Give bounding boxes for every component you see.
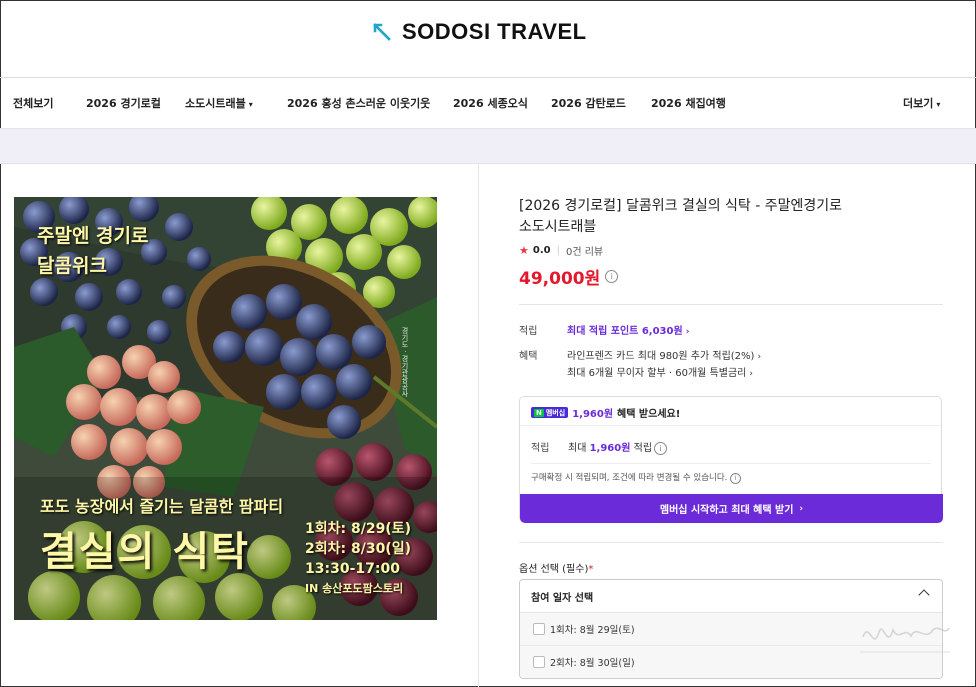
nav-more-label: 더보기	[903, 97, 934, 110]
hero-headline-top: 주말엔 경기로 달콤위크	[37, 221, 149, 281]
info-icon[interactable]: i	[654, 442, 668, 455]
separator: |	[556, 245, 560, 256]
membership-notice: 구매확정 시 적립되며, 조건에 따라 변경될 수 있습니다. i	[531, 471, 742, 484]
cta-label: 멤버십 시작하고 최대 혜택 받기	[659, 505, 794, 516]
price-value: 49,000원	[519, 269, 601, 289]
membership-box: N 멤버십 1,960원 혜택 받으세요! 적립 최대 1,960원 적립 i 구매…	[519, 396, 943, 523]
nav-item-sejong[interactable]: 2026 세종오식	[453, 95, 528, 111]
product-info: [2026 경기로컬] 달콤위크 결실의 식탁 - 주말엔경기로 소도시트래블 …	[519, 196, 943, 379]
logo-arrow-icon	[373, 23, 391, 41]
chevron-right-icon: ›	[799, 503, 804, 514]
card-benefit-link-2[interactable]: 최대 6개월 무이자 할부 · 60개월 특별금리 ›	[567, 364, 753, 379]
membership-earn-label: 적립	[531, 443, 550, 454]
earn-amount: 1,960원	[589, 443, 631, 454]
points-link[interactable]: 최대 적립 포인트 6,030원 ›	[567, 322, 689, 337]
nav-item-gamtan-road[interactable]: 2026 감탄로드	[551, 95, 626, 111]
card-benefit-link-1[interactable]: 라인프렌즈 카드 최대 980원 추가 적립(2%) ›	[567, 347, 761, 362]
notice-divider	[531, 463, 931, 464]
nav-more[interactable]: 더보기 ▾	[903, 95, 940, 111]
chevron-right-icon: ›	[749, 369, 753, 379]
info-icon[interactable]: i	[605, 270, 619, 283]
hero-top-line2: 달콤위크	[37, 255, 107, 277]
divider	[519, 542, 943, 543]
chevron-right-icon: ›	[685, 327, 690, 337]
membership-amount: 1,960원	[572, 409, 614, 420]
divider	[519, 304, 943, 305]
header: SODOSI TRAVEL	[0, 0, 976, 78]
naver-membership-badge: N 멤버십	[531, 407, 569, 418]
hero-schedule-venue: IN 송산포도팜스토리	[305, 582, 404, 595]
product-title: [2026 경기로컬] 달콤위크 결실의 식탁 - 주말엔경기로 소도시트래블	[519, 196, 943, 238]
price: 49,000원 i	[519, 264, 619, 289]
product-image[interactable]: 주말엔 경기로 달콤위크 경기도 · 경기관광공사 포도 농장에서 즐기는 달콤…	[14, 197, 437, 620]
watermark-signature	[860, 627, 950, 653]
logo-text: SODOSI TRAVEL	[402, 19, 587, 44]
hero-schedule: 1회차: 8/29(토) 2회차: 8/30(일) 13:30-17:00 IN…	[305, 519, 411, 599]
main-nav: 전체보기 2026 경기로컬 소도시트래블 ▾ 2026 홍성 촌스러운 이웃기웃…	[0, 78, 976, 129]
nav-item-hongseong[interactable]: 2026 홍성 촌스러운 이웃기웃	[287, 95, 430, 111]
nav-item-chaejip[interactable]: 2026 채집여행	[651, 95, 726, 111]
membership-cta-button[interactable]: 멤버십 시작하고 최대 혜택 받기 ›	[520, 494, 943, 523]
promo-band	[0, 129, 976, 164]
chevron-right-icon: ›	[757, 352, 762, 362]
hero-schedule-time: 13:30-17:00	[305, 561, 400, 577]
points-value: 최대 적립 포인트 6,030원	[567, 326, 683, 337]
hero-top-line1: 주말엔 경기로	[37, 225, 149, 247]
hero-schedule-2: 2회차: 8/30(일)	[305, 541, 411, 557]
points-label: 적립	[519, 326, 538, 337]
membership-headline: N 멤버십 1,960원 혜택 받으세요!	[531, 405, 680, 420]
info-icon[interactable]: i	[730, 472, 742, 484]
earn-prefix: 최대	[568, 443, 587, 454]
nav-item-all[interactable]: 전체보기	[13, 95, 53, 111]
hero-vertical-text: 경기도 · 경기관광공사	[401, 327, 409, 397]
naver-n-icon: N	[534, 408, 544, 417]
option-label: 옵션 선택 (필수)*	[519, 560, 593, 575]
option-item-label: 1회차: 8월 29일(토)	[550, 625, 635, 636]
membership-headline-text: 혜택 받으세요!	[617, 409, 681, 420]
checkbox[interactable]	[533, 656, 545, 668]
membership-earn-row: 최대 1,960원 적립 i	[568, 439, 668, 455]
chevron-up-icon	[918, 589, 930, 601]
notice-text: 구매확정 시 적립되며, 조건에 따라 변경될 수 있습니다.	[531, 473, 728, 483]
hero-tagline: 포도 농장에서 즐기는 달콤한 팜파티	[40, 497, 284, 516]
logo[interactable]: SODOSI TRAVEL	[372, 18, 587, 46]
card-benefit-label: 혜택	[519, 351, 538, 362]
card-benefit-line2: 최대 6개월 무이자 할부 · 60개월 특별금리	[567, 368, 747, 379]
membership-divider	[520, 425, 941, 426]
nav-item-sodosi-travel[interactable]: 소도시트래블 ▾	[185, 95, 253, 111]
star-icon: ★	[519, 244, 529, 257]
option-select-title: 참여 일자 선택	[531, 593, 594, 604]
rating-row[interactable]: ★ 0.0 | 0건 리뷰	[519, 243, 603, 258]
earn-suffix: 적립	[633, 443, 653, 454]
membership-badge-label: 멤버십	[545, 408, 566, 417]
option-label-text: 옵션 선택 (필수)	[519, 564, 589, 575]
hero-big-title: 결실의 식탁	[40, 529, 250, 575]
option-select-header[interactable]: 참여 일자 선택	[520, 580, 942, 613]
option-item-label: 2회차: 8월 30일(일)	[550, 658, 635, 669]
hero-schedule-1: 1회차: 8/29(토)	[305, 521, 411, 537]
review-count[interactable]: 0건 리뷰	[566, 243, 603, 258]
product-title-line1: [2026 경기로컬] 달콤위크 결실의 식탁 - 주말엔경기로	[519, 198, 843, 214]
product-title-line2: 소도시트래블	[519, 219, 597, 235]
nav-item-gyeonggi-local[interactable]: 2026 경기로컬	[86, 95, 161, 111]
required-mark: *	[588, 564, 594, 575]
card-benefit-line1: 라인프렌즈 카드 최대 980원 추가 적립(2%)	[567, 351, 755, 362]
chevron-down-icon: ▾	[936, 100, 941, 109]
checkbox[interactable]	[533, 623, 545, 635]
rating-score: 0.0	[532, 245, 551, 256]
chevron-down-icon: ▾	[248, 100, 253, 109]
nav-item-label: 소도시트래블	[185, 97, 246, 110]
column-divider	[478, 164, 479, 687]
